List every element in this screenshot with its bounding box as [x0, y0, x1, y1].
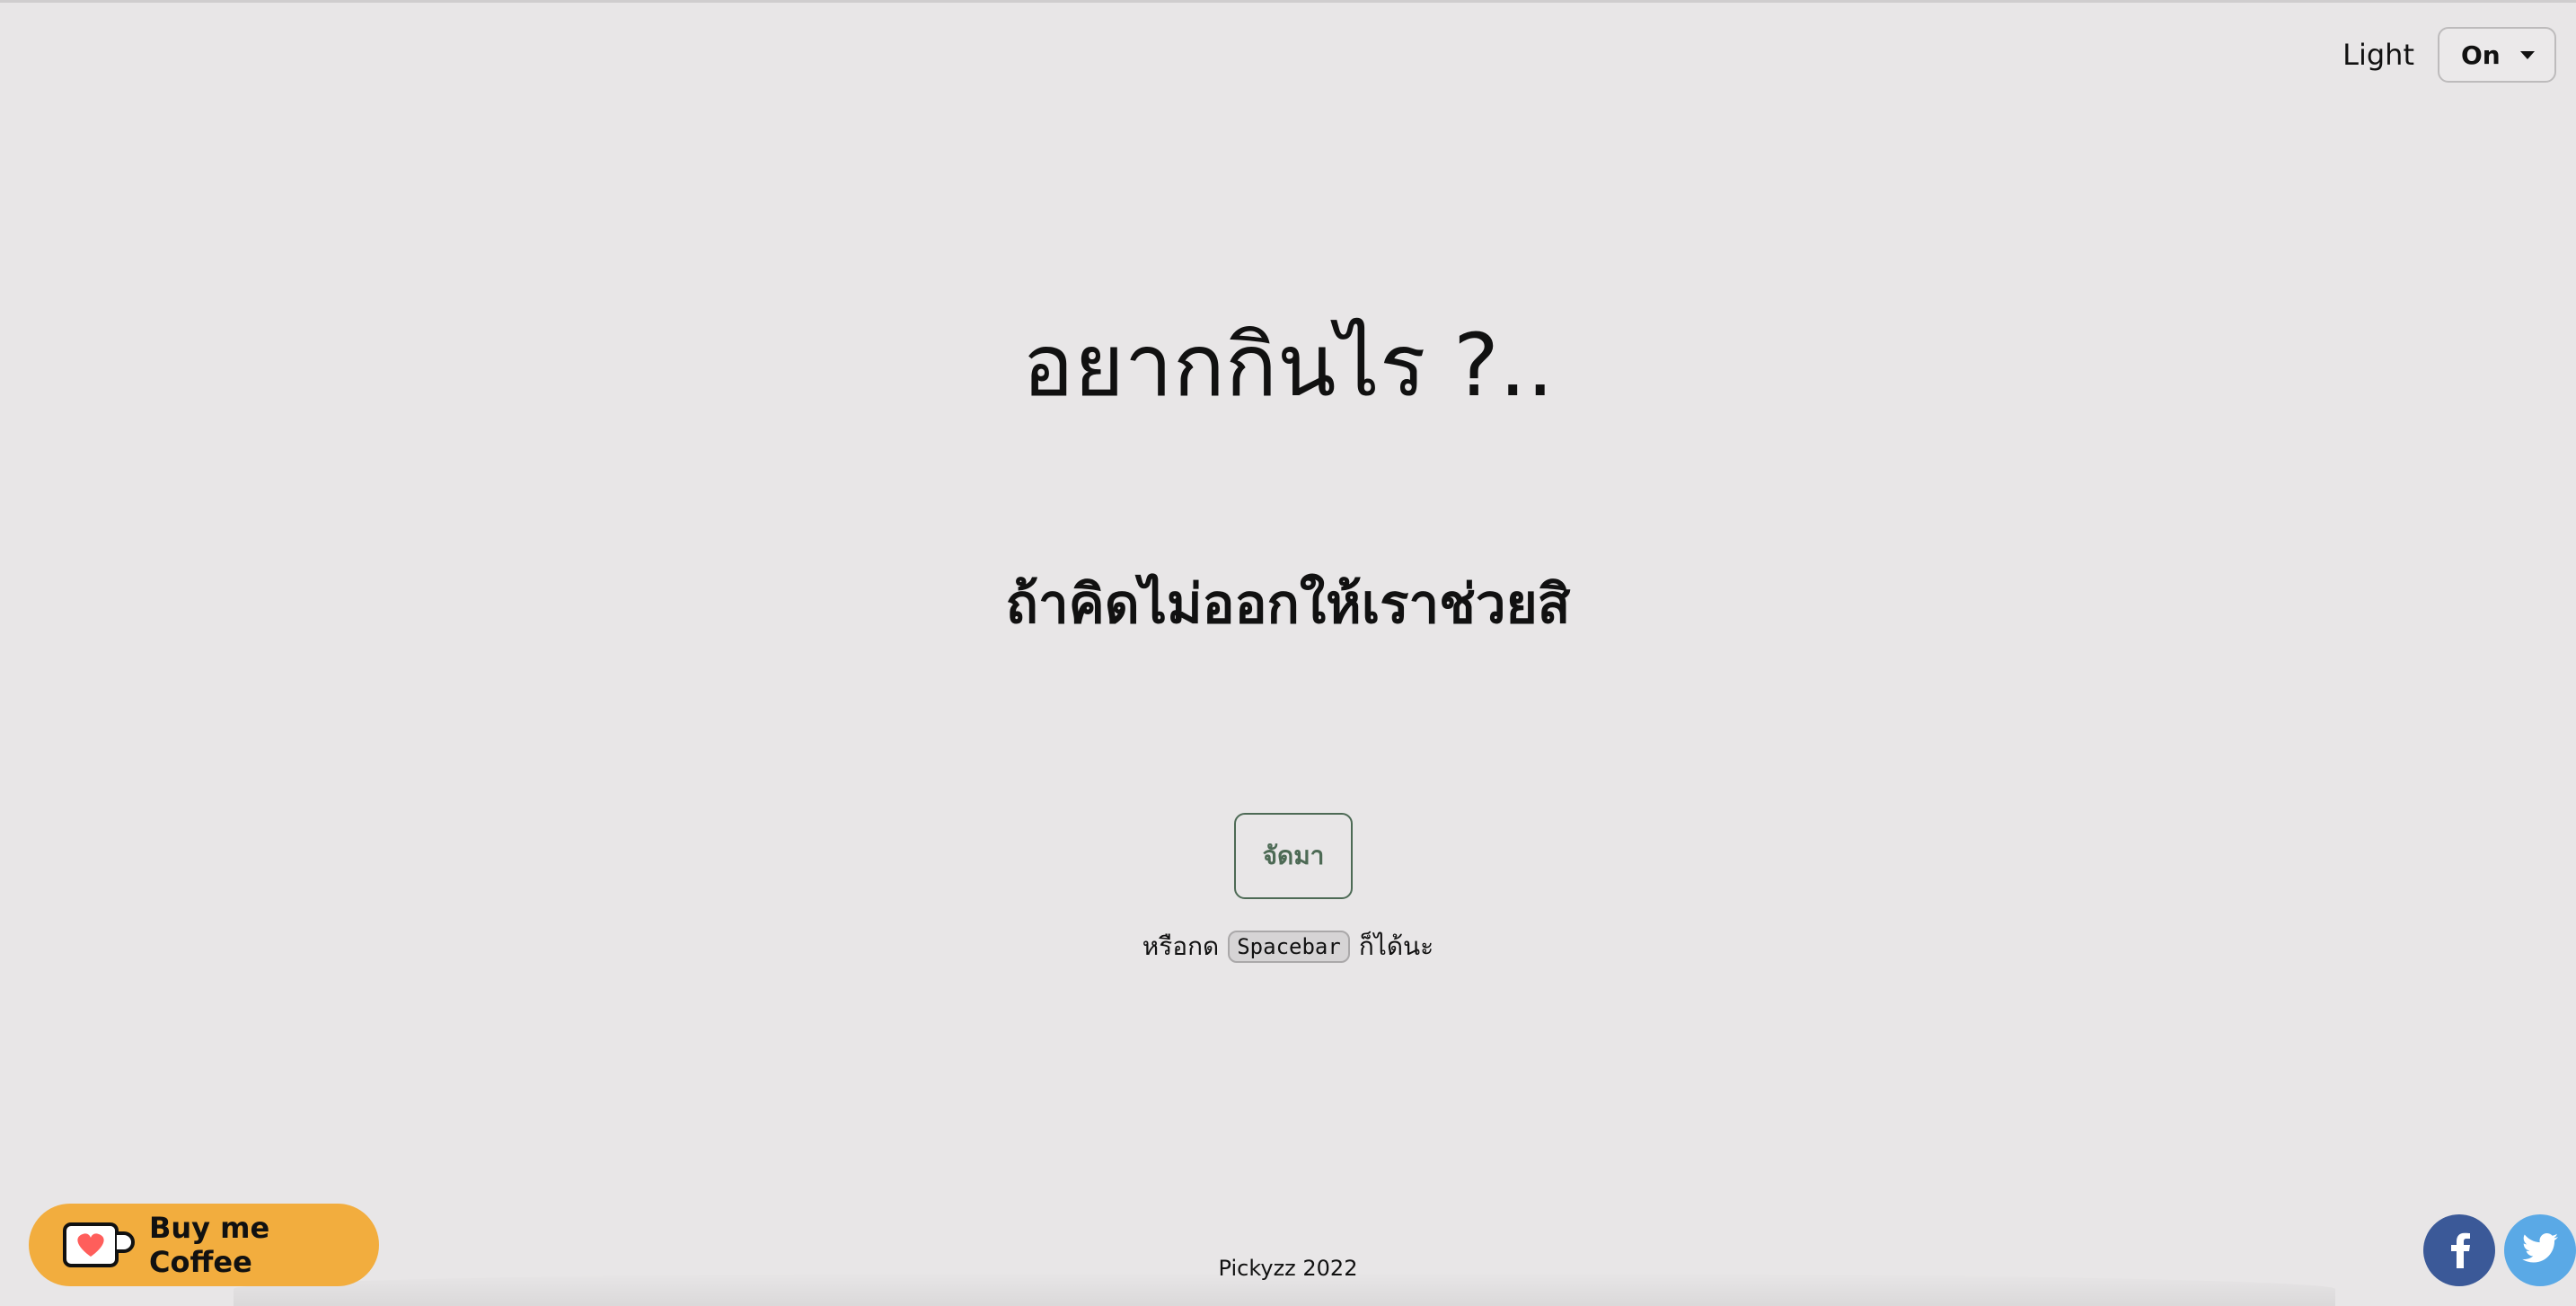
facebook-icon [2443, 1229, 2475, 1272]
spacebar-key: Spacebar [1228, 931, 1350, 963]
twitter-icon [2522, 1233, 2558, 1267]
social-links [2423, 1214, 2576, 1286]
pick-food-button[interactable]: จัดมา [1234, 813, 1353, 899]
hint-suffix: ก็ได้นะ [1358, 931, 1434, 961]
theme-dropdown[interactable]: On [2438, 27, 2556, 83]
footer-copyright: Pickyzz 2022 [1218, 1256, 1358, 1281]
page-title: อยากกินไร ?.. [1021, 315, 1555, 416]
buy-me-coffee-button[interactable]: Buy me Coffee [29, 1204, 379, 1286]
twitter-share-button[interactable] [2504, 1214, 2576, 1286]
theme-switcher: Light On [2342, 27, 2556, 83]
page-subtitle: ถ้าคิดไม่ออกให้เราช่วยสิ [1005, 573, 1571, 636]
chevron-down-icon [2520, 50, 2535, 59]
keyboard-hint: หรือกด Spacebar ก็ได้นะ [0, 927, 2576, 966]
top-border [0, 0, 2576, 3]
facebook-share-button[interactable] [2423, 1214, 2495, 1286]
coffee-label: Buy me Coffee [149, 1211, 270, 1279]
coffee-heart-icon [63, 1221, 135, 1269]
hint-prefix: หรือกด [1142, 931, 1220, 961]
theme-selected-value: On [2461, 40, 2501, 70]
theme-label: Light [2342, 38, 2414, 72]
